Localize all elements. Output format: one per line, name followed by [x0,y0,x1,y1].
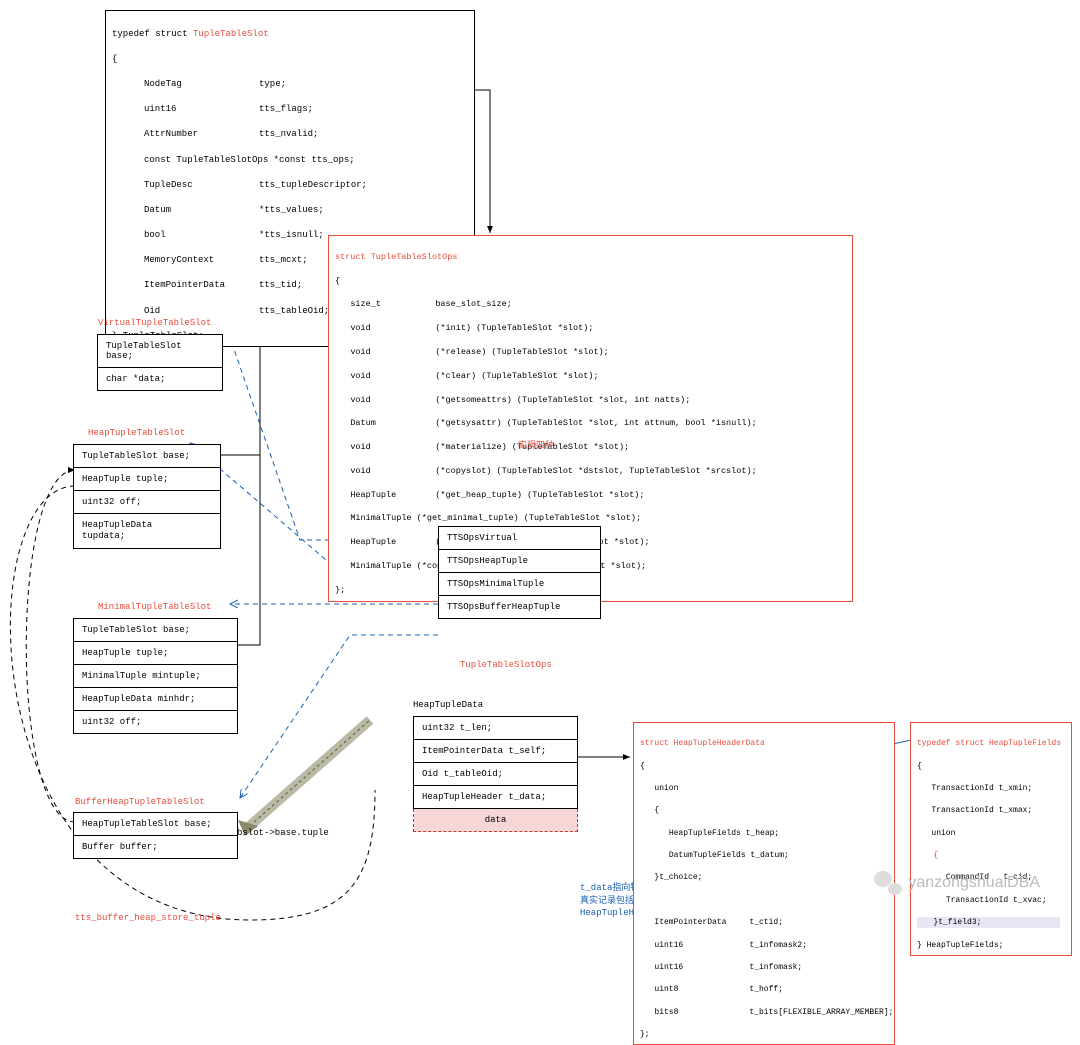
struct-heaptuplefields: typedef struct HeapTupleFields { Transac… [910,722,1072,956]
table-row: TupleTableSlot base; [74,445,221,468]
bufferheap-slot-table: HeapTupleTableSlot base; Buffer buffer; [73,812,238,859]
table-row: TTSOpsVirtual [439,527,601,550]
heap-slot-table: TupleTableSlot base; HeapTuple tuple; ui… [73,444,221,549]
bufferheap-slot-title: BufferHeapTupleTableSlot [75,797,205,807]
ops-note: 实现四种 [518,438,554,451]
table-row: MinimalTuple mintuple; [74,665,238,688]
table-row: TTSOpsHeapTuple [439,550,601,573]
table-row: TupleTableSlot base; [74,619,238,642]
struct-heaptupleheaderdata: struct HeapTupleHeaderData { union { Hea… [633,722,895,1045]
wechat-icon [874,871,902,895]
ops-table: TTSOpsVirtual TTSOpsHeapTuple TTSOpsMini… [438,526,601,619]
table-row: char *data; [98,368,223,391]
virtual-slot-table: TupleTableSlot base; char *data; [97,334,223,391]
minimal-slot-table: TupleTableSlot base; HeapTuple tuple; Mi… [73,618,238,734]
table-row: HeapTuple tuple; [74,468,221,491]
heaptupledata-table: uint32 t_len; ItemPointerData t_self; Oi… [413,716,578,832]
minimal-slot-title: MinimalTupleTableSlot [98,602,211,612]
tts-header-name: TupleTableSlot [193,29,269,39]
bslot-label: bslot->base.tuple [237,828,329,838]
table-row: HeapTupleDatatupdata; [74,514,221,549]
table-row: HeapTupleTableSlot base; [74,813,238,836]
watermark: yanzongshuaiDBA [874,871,1040,895]
table-row: HeapTupleData minhdr; [74,688,238,711]
virtual-slot-title: VirtualTupleTableSlot [98,318,211,328]
ops-label: TupleTableSlotOps [460,660,552,670]
table-row: Oid t_tableOid; [414,763,578,786]
table-row-data: data [414,809,578,832]
table-row: uint32 t_len; [414,717,578,740]
tts-header-prefix: typedef struct [112,29,193,39]
table-row: Buffer buffer; [74,836,238,859]
tts-store-label: tts_buffer_heap_store_tuple [75,913,221,923]
table-row: ItemPointerData t_self; [414,740,578,763]
heap-slot-title: HeapTupleTableSlot [88,428,185,438]
table-row: uint32 off; [74,491,221,514]
table-row: TTSOpsMinimalTuple [439,573,601,596]
table-row: TupleTableSlot base; [98,335,223,368]
table-row: HeapTuple tuple; [74,642,238,665]
table-row: HeapTupleHeader t_data; [414,786,578,809]
table-row: uint32 off; [74,711,238,734]
table-row: TTSOpsBufferHeapTuple [439,596,601,619]
heaptupledata-title: HeapTupleData [413,700,483,710]
